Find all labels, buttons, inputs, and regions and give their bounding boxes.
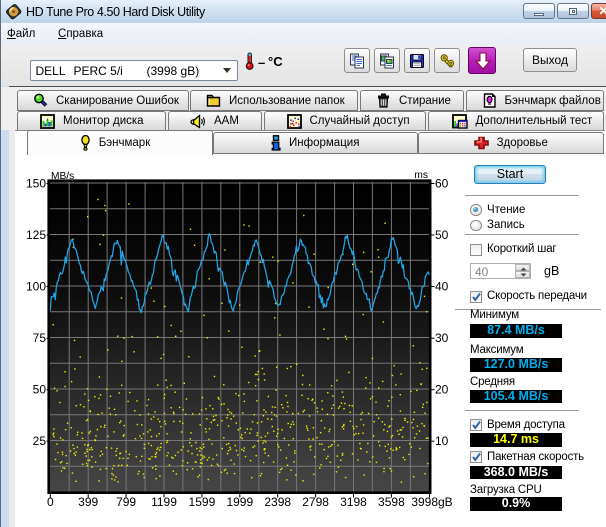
svg-text:10: 10 [435, 434, 449, 448]
svg-text:125: 125 [26, 228, 46, 242]
svg-text:40: 40 [435, 280, 449, 294]
svg-text:100: 100 [26, 280, 46, 294]
svg-text:25: 25 [33, 434, 47, 448]
svg-text:75: 75 [33, 331, 47, 345]
svg-text:30: 30 [435, 331, 449, 345]
svg-text:ms: ms [414, 170, 428, 181]
svg-text:150: 150 [26, 177, 46, 191]
svg-text:60: 60 [435, 177, 449, 191]
svg-text:50: 50 [435, 228, 449, 242]
svg-text:20: 20 [435, 383, 449, 397]
svg-text:MB/s: MB/s [51, 171, 74, 182]
svg-text:3998gB: 3998gB [411, 495, 452, 509]
svg-text:50: 50 [33, 383, 47, 397]
